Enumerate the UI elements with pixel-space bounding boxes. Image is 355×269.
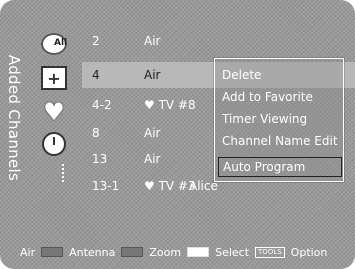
- favorite-icon[interactable]: ♥: [40, 98, 68, 126]
- channel-type: ♥ TV #8: [144, 98, 196, 112]
- tv-screen: Added Channels All + ♥ 2 Air 4 Air 4-2 ♥…: [0, 0, 355, 269]
- menu-item-timer-viewing[interactable]: Timer Viewing: [218, 109, 340, 129]
- footer-zoom[interactable]: Zoom: [149, 246, 181, 259]
- antenna-key-icon: [41, 247, 64, 257]
- channel-type: ♥ TV #3: [144, 179, 196, 193]
- channel-row[interactable]: 2 Air: [82, 28, 355, 54]
- all-label: All: [54, 38, 68, 48]
- plus-box-icon: +: [41, 66, 67, 90]
- clock-icon: [42, 132, 66, 156]
- tools-context-menu: Delete Add to Favorite Timer Viewing Cha…: [214, 58, 344, 182]
- channel-number: 13: [92, 152, 108, 166]
- channel-number: 13-1: [92, 179, 120, 193]
- menu-item-add-to-favorite[interactable]: Add to Favorite: [218, 87, 340, 107]
- footer-antenna[interactable]: Antenna: [69, 246, 115, 259]
- channel-number: 4-2: [92, 98, 112, 112]
- side-title-text: Added Channels: [5, 54, 23, 181]
- menu-item-delete[interactable]: Delete: [218, 65, 340, 85]
- menu-item-auto-program[interactable]: Auto Program: [218, 157, 342, 177]
- footer-select[interactable]: Select: [215, 246, 249, 259]
- footer-air: Air: [20, 245, 36, 259]
- menu-item-channel-name-edit[interactable]: Channel Name Edit: [218, 131, 340, 151]
- channel-type: Air: [144, 68, 161, 82]
- channel-type: Air: [144, 126, 161, 140]
- programmed-icon[interactable]: [40, 130, 68, 158]
- zoom-key-icon: [121, 247, 144, 257]
- side-title: Added Channels: [0, 0, 28, 235]
- footer-bar: Air Antenna Zoom Select TOOLS Option: [20, 242, 350, 262]
- channel-number: 4: [92, 68, 100, 82]
- channel-number: 8: [92, 126, 100, 140]
- all-channels-icon[interactable]: All: [40, 30, 68, 58]
- channel-type: Air: [144, 152, 161, 166]
- category-icons: All + ♥: [28, 0, 80, 235]
- channel-number: 2: [92, 34, 100, 48]
- footer-option[interactable]: Option: [291, 246, 328, 259]
- more-dots-icon: [62, 164, 66, 182]
- heart-icon: ♥: [43, 98, 65, 126]
- added-channels-icon[interactable]: +: [40, 64, 68, 92]
- select-key-icon: [187, 247, 210, 257]
- channel-type: Air: [144, 34, 161, 48]
- tools-key-icon: TOOLS: [255, 246, 285, 258]
